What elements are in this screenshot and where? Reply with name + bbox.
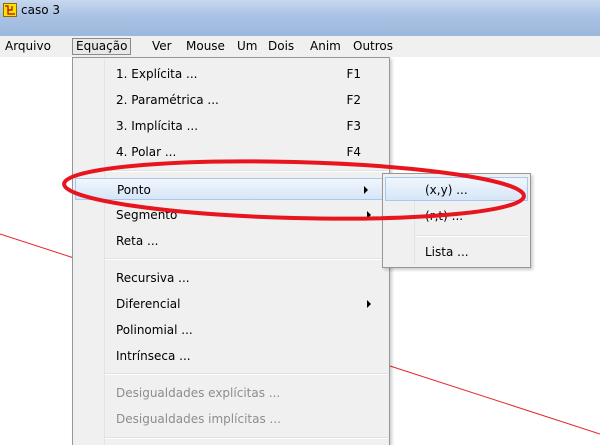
menu-separator: [105, 373, 388, 375]
menu-item-segmento[interactable]: Segmento: [73, 204, 389, 226]
ponto-submenu: (x,y) ... (r,t) ... Lista ...: [382, 173, 531, 268]
menu-item-polinomial[interactable]: Polinomial ...: [73, 319, 389, 341]
menu-item-implicita[interactable]: 3. Implícita ... F3: [73, 115, 389, 137]
menu-item-label: Intrínseca ...: [116, 349, 191, 363]
submenu-item-xy[interactable]: (x,y) ...: [385, 177, 528, 201]
menu-item-polar[interactable]: 4. Polar ... F4: [73, 141, 389, 163]
menu-item-desigualdades-implicitas: Desigualdades implícitas ...: [73, 408, 389, 430]
menu-item-label: Recursiva ...: [116, 271, 190, 285]
menu-item-label: Ponto: [117, 183, 151, 197]
menu-item-intrinseca[interactable]: Intrínseca ...: [73, 345, 389, 367]
menu-item-label: Lista ...: [425, 245, 469, 259]
menu-separator: [105, 170, 388, 172]
menu-item-desigualdades-explicitas: Desigualdades explícitas ...: [73, 382, 389, 404]
menu-item-label: Diferencial: [116, 297, 181, 311]
menu-item-label: 1. Explícita ...: [116, 67, 198, 81]
plot-line: [0, 233, 75, 259]
shortcut-label: F3: [346, 119, 361, 133]
submenu-arrow-icon: [364, 186, 368, 194]
menu-separator: [416, 235, 528, 237]
shortcut-label: F2: [346, 93, 361, 107]
menu-item-label: 2. Paramétrica ...: [116, 93, 219, 107]
submenu-arrow-icon: [367, 300, 371, 308]
submenu-item-rt[interactable]: (r,t) ...: [385, 204, 528, 228]
menu-item-label: Desigualdades implícitas ...: [116, 412, 281, 426]
submenu-arrow-icon: [367, 211, 371, 219]
menu-item-label: Segmento: [116, 208, 178, 222]
menu-item-explicita[interactable]: 1. Explícita ... F1: [73, 63, 389, 85]
menu-item-label: (x,y) ...: [425, 183, 468, 197]
plot-line: [389, 365, 600, 435]
shortcut-label: F1: [346, 67, 361, 81]
menu-item-reta[interactable]: Reta ...: [73, 230, 389, 252]
equation-dropdown-menu: 1. Explícita ... F1 2. Paramétrica ... F…: [72, 57, 390, 445]
menu-item-parametrica[interactable]: 2. Paramétrica ... F2: [73, 89, 389, 111]
menu-item-label: 4. Polar ...: [116, 145, 177, 159]
menu-item-ponto[interactable]: Ponto: [75, 178, 387, 200]
menu-item-label: Desigualdades explícitas ...: [116, 386, 281, 400]
menu-separator: [105, 258, 388, 260]
submenu-item-lista[interactable]: Lista ...: [385, 240, 528, 264]
menu-separator: [105, 437, 388, 439]
menu-item-label: (r,t) ...: [425, 209, 464, 223]
menu-item-label: Polinomial ...: [116, 323, 193, 337]
menu-item-recursiva[interactable]: Recursiva ...: [73, 267, 389, 289]
shortcut-label: F4: [346, 145, 361, 159]
menu-item-label: Reta ...: [116, 234, 159, 248]
menu-item-diferencial[interactable]: Diferencial: [73, 293, 389, 315]
menu-item-label: 3. Implícita ...: [116, 119, 199, 133]
